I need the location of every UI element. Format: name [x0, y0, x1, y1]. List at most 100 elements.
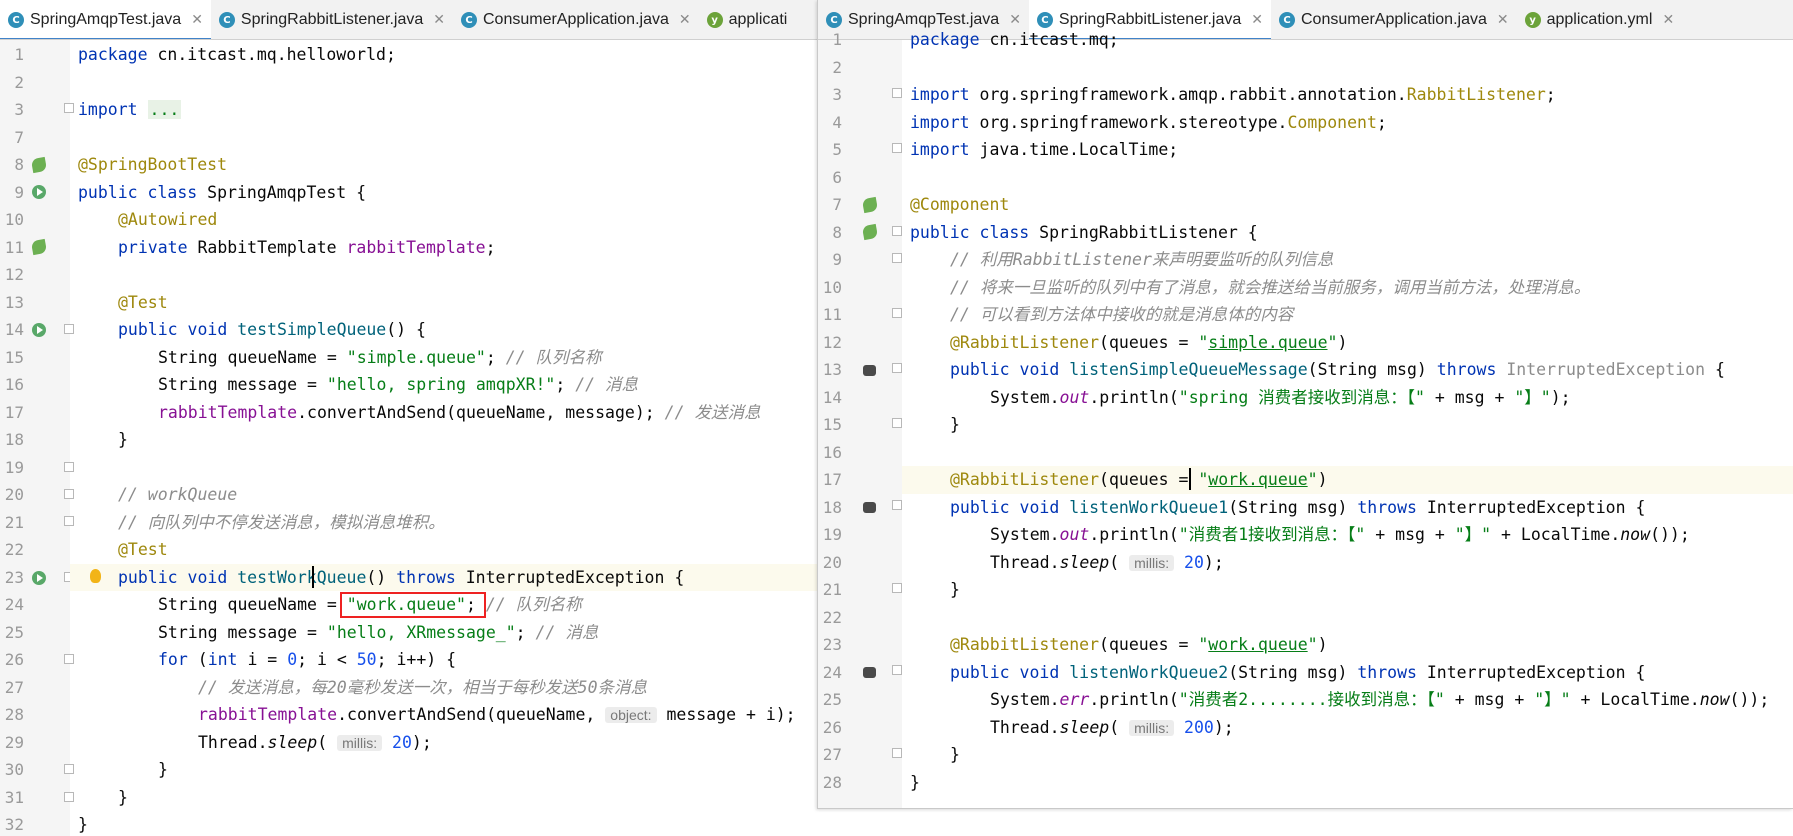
tab-label: SpringAmqpTest.java	[30, 11, 182, 28]
tab-application-yml[interactable]: y applicati	[699, 0, 796, 39]
line-number: 4	[832, 112, 842, 132]
text-caret	[1189, 468, 1191, 490]
fold-icon[interactable]	[892, 363, 902, 373]
run-icon[interactable]	[32, 185, 46, 199]
fold-icon[interactable]	[892, 226, 902, 236]
code-line: }	[158, 760, 168, 779]
right-code-area[interactable]: package cn.itcast.mq; import org.springf…	[902, 30, 1793, 808]
code-line: @Test	[118, 540, 168, 559]
parameter-hint: millis:	[1129, 719, 1175, 736]
left-editor[interactable]: 1 2 3 7 8 9 10 11 12 13 14 15 16 17 18 1…	[0, 40, 817, 836]
fold-icon[interactable]	[892, 748, 902, 758]
code-line: @Autowired	[118, 210, 218, 229]
fold-icon[interactable]	[892, 583, 902, 593]
rabbit-listener-icon[interactable]	[863, 502, 876, 513]
right-editor[interactable]: 1 2 3 4 5 6 7 8 9 10 11 12 13 14 15 16 1…	[818, 30, 1793, 808]
line-number: 9	[14, 182, 24, 202]
code-line: // 向队列中不停发送消息，模拟消息堆积。	[118, 512, 445, 532]
parameter-hint: object:	[605, 707, 657, 723]
line-number: 15	[4, 347, 24, 367]
code-line: @Test	[118, 292, 168, 312]
line-number: 17	[4, 402, 24, 422]
close-icon[interactable]: ✕	[191, 12, 203, 28]
code-line: System.out.println("spring 消费者接收到消息：【" +…	[990, 387, 1571, 407]
close-icon[interactable]: ✕	[433, 12, 445, 28]
left-code-area[interactable]: package cn.itcast.mq.helloworld; import …	[70, 40, 817, 836]
code-line: String message = "hello, XRmessage_"; //…	[158, 622, 599, 642]
java-class-icon: C	[461, 12, 477, 28]
line-number: 7	[832, 195, 842, 214]
line-number: 19	[4, 457, 24, 477]
line-number: 2	[832, 57, 842, 77]
spring-component-icon[interactable]	[861, 196, 879, 214]
line-number: 14	[4, 320, 24, 339]
tab-spring-amqp-test[interactable]: C SpringAmqpTest.java ✕	[0, 0, 211, 39]
code-line: }	[950, 415, 960, 434]
tab-spring-rabbit-listener[interactable]: C SpringRabbitListener.java ✕	[211, 0, 453, 39]
fold-icon[interactable]	[892, 665, 902, 675]
spring-bean-icon[interactable]	[861, 223, 879, 241]
line-number: 30	[4, 760, 24, 779]
line-number: 14	[822, 387, 842, 407]
code-line: @RabbitListener(queues = "simple.queue")	[950, 332, 1348, 352]
line-number: 7	[14, 127, 24, 147]
code-line: @RabbitListener(queues = "work.queue")	[950, 470, 1328, 489]
fold-icon[interactable]	[892, 500, 902, 510]
code-line: String queueName = "simple.queue"; // 队列…	[158, 347, 602, 367]
fold-icon[interactable]	[892, 308, 902, 318]
line-number: 21	[4, 512, 24, 532]
code-line: @SpringBootTest	[78, 155, 228, 174]
left-tab-bar: C SpringAmqpTest.java ✕ C SpringRabbitLi…	[0, 0, 817, 40]
code-line: // 将来一旦监听的队列中有了消息，就会推送给当前服务，调用当前方法，处理消息。	[950, 277, 1591, 297]
line-number: 16	[822, 442, 842, 462]
tab-label: applicati	[728, 11, 788, 28]
code-line: import ...	[78, 100, 182, 119]
line-number: 11	[822, 305, 842, 324]
tab-label: SpringRabbitListener.java	[240, 11, 424, 28]
line-number: 28	[822, 772, 842, 792]
fold-icon[interactable]	[892, 88, 902, 98]
code-line: }	[118, 430, 128, 449]
code-line: }	[78, 815, 88, 834]
parameter-hint: millis:	[337, 734, 383, 751]
code-line: String message = "hello, spring amqpXR!"…	[158, 375, 639, 394]
line-number: 19	[822, 525, 842, 544]
fold-icon[interactable]	[892, 418, 902, 428]
line-number: 26	[4, 650, 24, 669]
line-number: 1	[14, 45, 24, 64]
folded-imports[interactable]: ...	[147, 100, 182, 119]
close-icon[interactable]: ✕	[679, 12, 691, 28]
code-line: }	[950, 745, 960, 764]
fold-icon[interactable]	[892, 143, 902, 153]
fold-icon[interactable]	[892, 253, 902, 263]
rabbit-listener-icon[interactable]	[863, 365, 876, 376]
line-number: 22	[822, 607, 842, 627]
spring-bean-icon[interactable]	[30, 156, 48, 174]
line-number: 20	[4, 485, 24, 504]
code-line: }	[950, 580, 960, 599]
rabbit-listener-icon[interactable]	[863, 667, 876, 678]
line-number: 24	[822, 662, 842, 682]
text-caret	[312, 566, 314, 588]
line-number: 21	[822, 580, 842, 599]
line-number: 25	[4, 622, 24, 642]
line-number: 13	[4, 292, 24, 312]
line-number: 32	[4, 815, 24, 834]
line-number: 28	[4, 705, 24, 724]
code-line: package cn.itcast.mq;	[910, 30, 1119, 49]
line-number: 12	[822, 332, 842, 352]
code-line: public void listenWorkQueue2(String msg)…	[950, 662, 1646, 682]
autowired-bean-icon[interactable]	[30, 238, 48, 256]
tab-label: ConsumerApplication.java	[483, 11, 669, 28]
code-line: @Component	[910, 195, 1010, 214]
line-number: 25	[822, 690, 842, 709]
run-icon[interactable]	[32, 571, 46, 585]
run-icon[interactable]	[32, 323, 46, 337]
code-line: for (int i = 0; i < 50; i++) {	[158, 650, 457, 669]
java-class-icon: C	[218, 12, 235, 28]
tab-consumer-application[interactable]: C ConsumerApplication.java ✕	[453, 0, 699, 39]
code-line: rabbitTemplate.convertAndSend(queueName,…	[198, 705, 796, 724]
line-number: 22	[4, 540, 24, 559]
line-number: 3	[14, 100, 24, 119]
code-line: import org.springframework.stereotype.Co…	[910, 112, 1387, 132]
